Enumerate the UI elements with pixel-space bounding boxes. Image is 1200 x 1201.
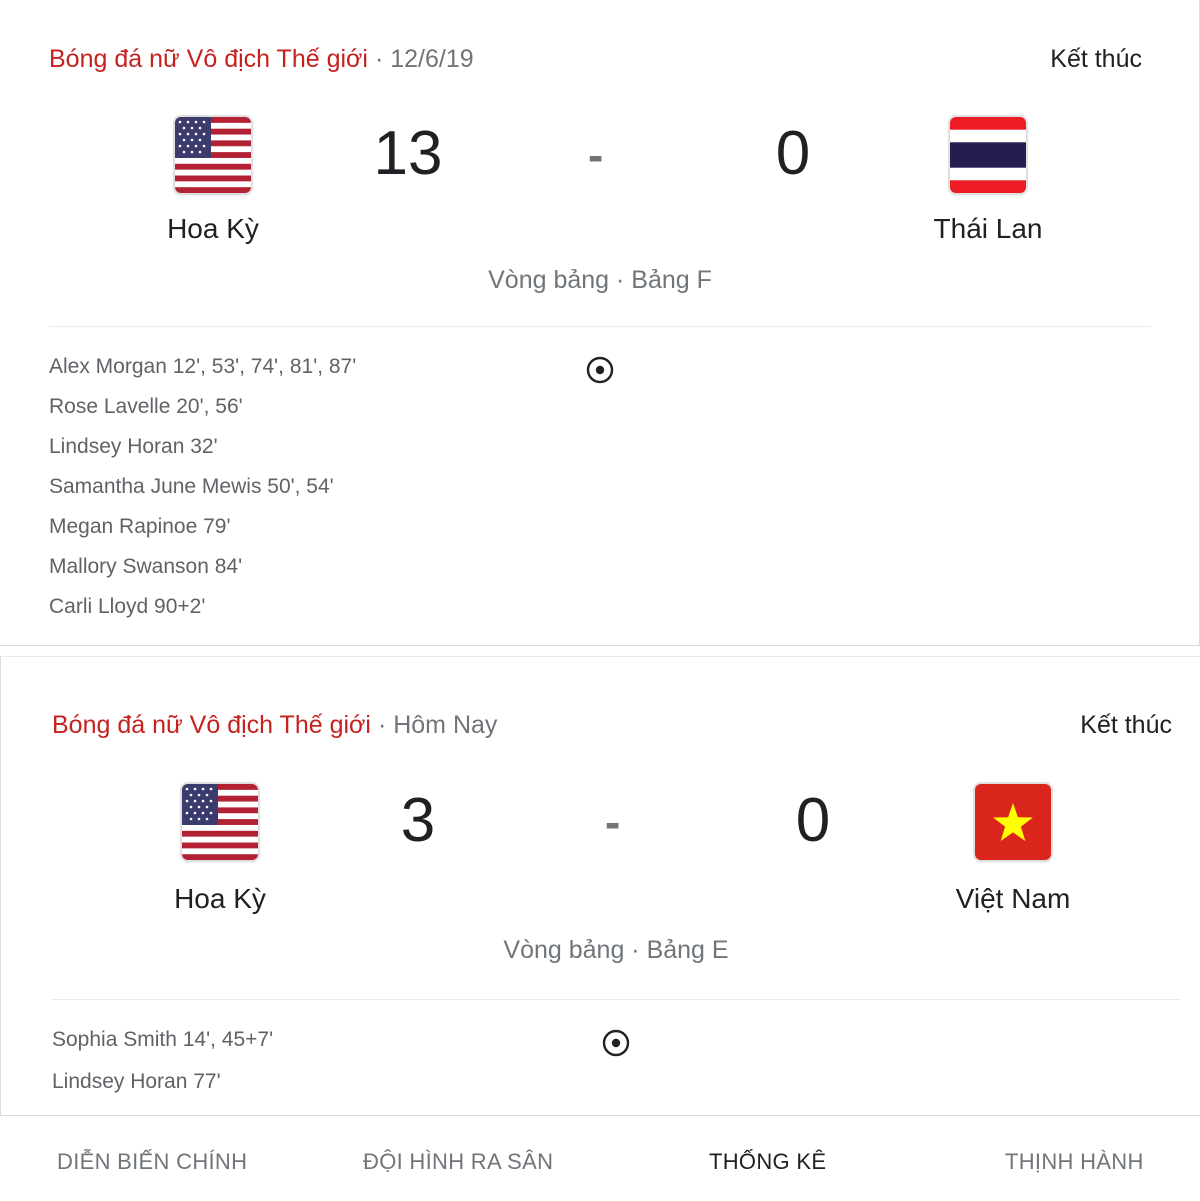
scorer-item: Lindsey Horan 77' bbox=[52, 1070, 221, 1093]
scorer-item: Rose Lavelle 20', 56' bbox=[49, 395, 243, 418]
tab-key-events[interactable]: DIỄN BIẾN CHÍNH bbox=[57, 1149, 247, 1175]
match-status: Kết thúc bbox=[1050, 45, 1142, 73]
header-separator: · bbox=[374, 45, 384, 73]
thailand-flag-icon[interactable] bbox=[950, 117, 1026, 193]
match-header: Bóng đá nữ Vô địch Thế giới · 12/6/19 bbox=[49, 45, 474, 74]
score-dash: - bbox=[605, 796, 621, 848]
match-date: 12/6/19 bbox=[390, 45, 474, 73]
home-score: 13 bbox=[373, 119, 443, 188]
divider bbox=[49, 326, 1151, 327]
tab-stats[interactable]: THỐNG KÊ bbox=[709, 1149, 826, 1175]
tab-trending[interactable]: THỊNH HÀNH bbox=[1005, 1149, 1144, 1175]
league-name[interactable]: Bóng đá nữ Vô địch Thế giới bbox=[49, 45, 368, 73]
scorer-item: Samantha June Mewis 50', 54' bbox=[49, 475, 334, 498]
vietnam-flag-icon[interactable] bbox=[975, 784, 1051, 860]
scorer-item: Alex Morgan 12', 53', 74', 81', 87' bbox=[49, 355, 357, 378]
home-team-name[interactable]: Hoa Kỳ bbox=[113, 213, 313, 245]
scorer-item: Lindsey Horan 32' bbox=[49, 435, 218, 458]
match-stage: Vòng bảng · Bảng E bbox=[503, 936, 729, 964]
home-score: 3 bbox=[400, 786, 436, 855]
league-name[interactable]: Bóng đá nữ Vô địch Thế giới bbox=[52, 711, 371, 739]
home-scorers-list: Alex Morgan 12', 53', 74', 81', 87' Rose… bbox=[49, 355, 356, 635]
home-scorers-list: Sophia Smith 14', 45+7' Lindsey Horan 77… bbox=[52, 1028, 273, 1112]
away-team-name[interactable]: Việt Nam bbox=[913, 883, 1113, 915]
match-header: Bóng đá nữ Vô địch Thế giới · Hôm Nay bbox=[52, 711, 497, 740]
divider bbox=[52, 999, 1180, 1000]
away-score: 0 bbox=[775, 119, 811, 188]
us-flag-icon[interactable] bbox=[175, 117, 251, 193]
away-team-name[interactable]: Thái Lan bbox=[888, 213, 1088, 245]
away-score: 0 bbox=[795, 786, 831, 855]
match-status: Kết thúc bbox=[1080, 711, 1172, 739]
scorer-item: Carli Lloyd 90+2' bbox=[49, 595, 206, 618]
match-card-1[interactable]: Bóng đá nữ Vô địch Thế giới · 12/6/19 Kế… bbox=[0, 0, 1200, 646]
match-stage: Vòng bảng · Bảng F bbox=[488, 266, 712, 294]
home-team-name[interactable]: Hoa Kỳ bbox=[120, 883, 320, 915]
us-flag-icon[interactable] bbox=[182, 784, 258, 860]
scorer-item: Megan Rapinoe 79' bbox=[49, 515, 231, 538]
scorer-item: Mallory Swanson 84' bbox=[49, 555, 243, 578]
soccer-ball-icon bbox=[586, 356, 614, 384]
scorer-item: Sophia Smith 14', 45+7' bbox=[52, 1028, 274, 1051]
tab-bar: DIỄN BIẾN CHÍNH ĐỘI HÌNH RA SÂN THỐNG KÊ… bbox=[0, 1115, 1200, 1201]
header-separator: · bbox=[377, 711, 387, 739]
soccer-ball-icon bbox=[602, 1029, 630, 1057]
match-date: Hôm Nay bbox=[393, 711, 498, 739]
score-dash: - bbox=[588, 129, 604, 181]
tab-lineups[interactable]: ĐỘI HÌNH RA SÂN bbox=[363, 1149, 553, 1175]
